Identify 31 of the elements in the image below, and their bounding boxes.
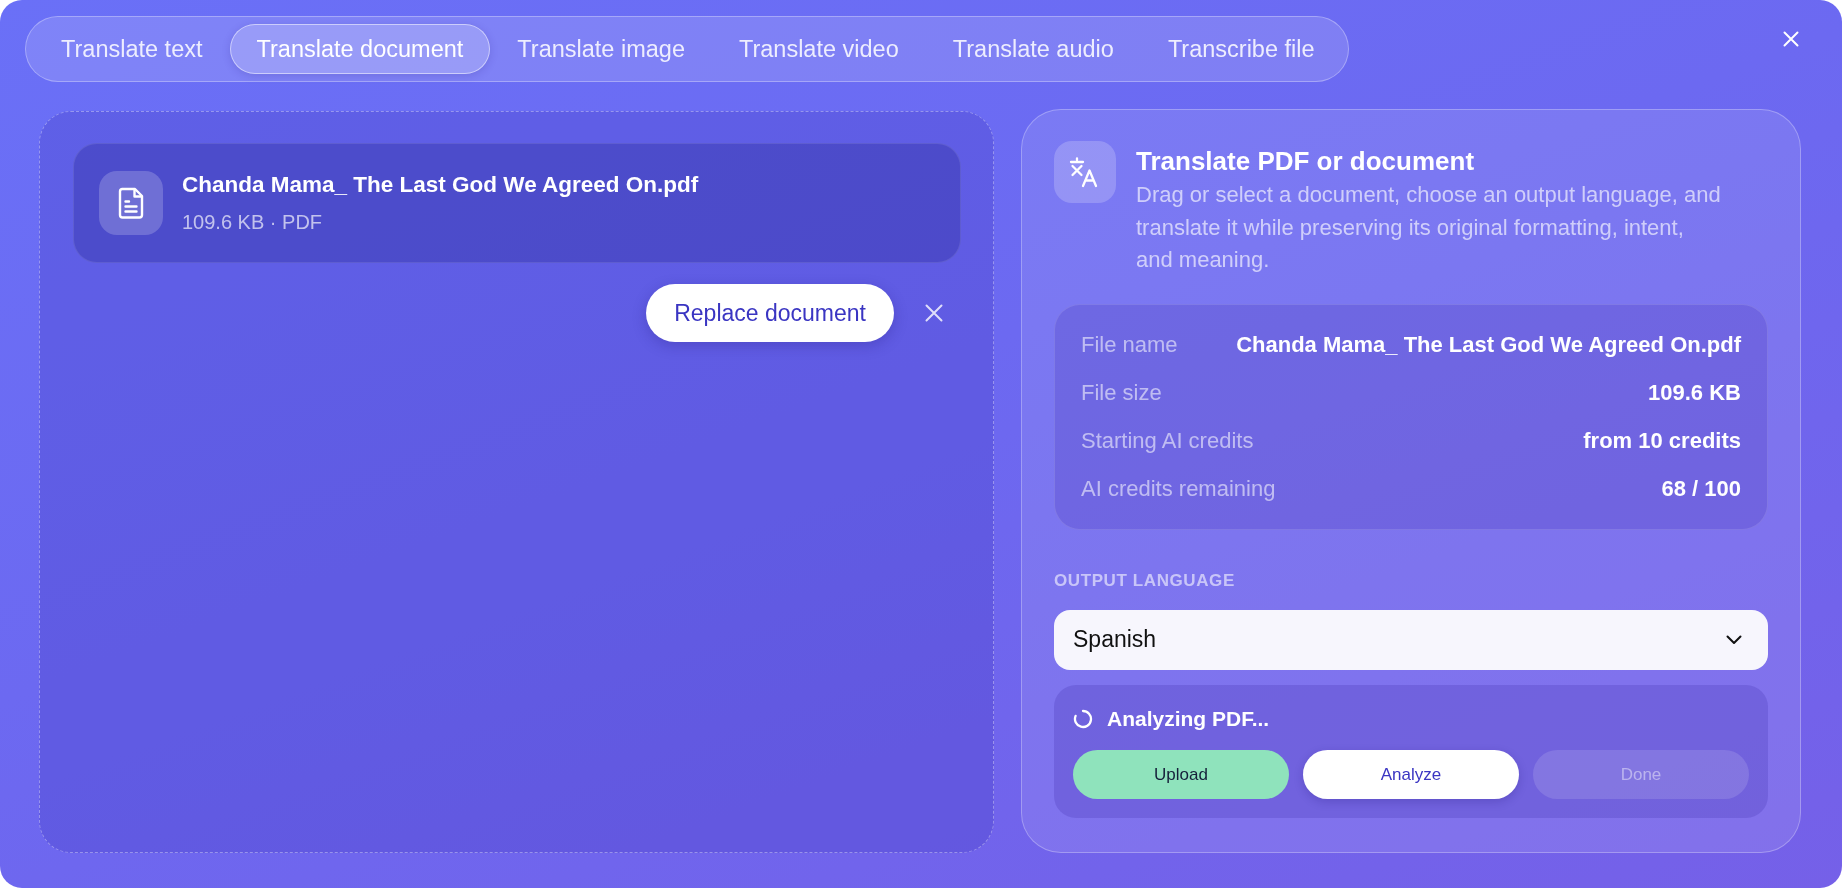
tab[interactable]: Translate text — [34, 24, 230, 74]
tab[interactable]: Translate audio — [925, 24, 1141, 74]
language-select[interactable]: Spanish — [1054, 609, 1768, 670]
section-label: OUTPUT LANGUAGE — [1054, 570, 1235, 591]
step-button[interactable]: Upload — [1073, 750, 1289, 799]
step-button[interactable]: Analyze — [1303, 750, 1519, 799]
info-label: Starting AI credits — [1081, 428, 1254, 453]
replace-document-button[interactable]: Replace document — [646, 284, 894, 342]
info-label: File size — [1081, 380, 1162, 405]
panel-title: Translate PDF or document — [1136, 146, 1476, 176]
info-label: File name — [1081, 332, 1178, 357]
spinner-icon — [1073, 709, 1093, 729]
drop-zone[interactable]: Chanda Mama_ The Last God We Agreed On.pdf 109.6 KB · PDF Replace document — [39, 111, 994, 853]
tab[interactable]: Translate image — [490, 24, 712, 74]
panel-description: Drag or select a document, choose an output language, and translate it while preserving its original formatting, intent, and meaning. — [1136, 181, 1722, 274]
file-name: Chanda Mama_ The Last God We Agreed On.pdf — [182, 172, 699, 198]
info-value: 68 / 100 — [1661, 476, 1741, 501]
file-meta: 109.6 KB · PDF — [182, 210, 324, 234]
document-icon — [99, 171, 163, 235]
tab[interactable]: Translate document — [229, 24, 491, 74]
info-value: 109.6 KB — [1648, 380, 1741, 405]
close-icon[interactable] — [925, 304, 943, 322]
info-value: Chanda Mama_ The Last God We Agreed On.pdf — [1236, 332, 1741, 357]
info-value: from 10 credits — [1583, 428, 1741, 453]
info-label: AI credits remaining — [1081, 476, 1276, 501]
close-icon[interactable] — [1783, 31, 1799, 47]
translate-icon — [1054, 141, 1116, 203]
tab[interactable]: Transcribe file — [1140, 24, 1342, 74]
chevron-icon — [1726, 634, 1742, 645]
tab[interactable]: Translate video — [711, 24, 926, 74]
status-text: Analyzing PDF... — [1107, 707, 1270, 731]
